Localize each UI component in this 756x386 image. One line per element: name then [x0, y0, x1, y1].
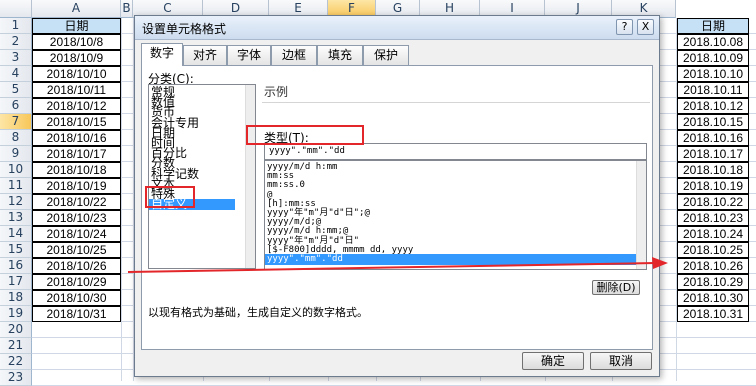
dialog-titlebar: 设置单元格格式 ? X [135, 16, 659, 40]
cell-k[interactable]: 2018.10.24 [677, 226, 749, 242]
tab-fill[interactable]: 填充 [317, 45, 363, 65]
cell-a[interactable]: 2018/10/23 [32, 210, 121, 226]
cancel-button[interactable]: 取消 [590, 352, 652, 370]
cell-a-header[interactable]: 日期 [32, 18, 121, 34]
tab-alignment[interactable]: 对齐 [183, 45, 227, 65]
row-header-10[interactable]: 10 [0, 162, 32, 178]
row-header-9[interactable]: 9 [0, 146, 32, 162]
row-header-15[interactable]: 15 [0, 242, 32, 258]
row-header-17[interactable]: 17 [0, 274, 32, 290]
format-list[interactable]: yyyy/m/d h:mm mm:ss mm:ss.0 @ [h]:mm:ss yyyy"… [264, 160, 647, 270]
cell-k-header[interactable]: 日期 [677, 18, 749, 34]
tab-border[interactable]: 边框 [271, 45, 317, 65]
row-header-13[interactable]: 13 [0, 210, 32, 226]
cell-k[interactable]: 2018.10.31 [677, 306, 749, 322]
cell-a[interactable]: 2018/10/24 [32, 226, 121, 242]
format-item[interactable]: yyyy"."mm"."dd [265, 254, 636, 265]
cell-a[interactable]: 2018/10/12 [32, 98, 121, 114]
cell-k[interactable]: 2018.10.15 [677, 114, 749, 130]
cell-a[interactable]: 2018/10/22 [32, 194, 121, 210]
row-header-7[interactable]: 7 [0, 114, 32, 130]
grid-line [121, 18, 122, 381]
cell-a[interactable]: 2018/10/9 [32, 50, 121, 66]
cell-k[interactable]: 2018.10.30 [677, 290, 749, 306]
select-all-corner[interactable] [0, 0, 32, 18]
column-header-a[interactable]: A [32, 0, 121, 18]
row-header-3[interactable]: 3 [0, 50, 32, 66]
cell-a[interactable]: 2018/10/11 [32, 82, 121, 98]
help-button[interactable]: ? [616, 19, 633, 35]
row-header-22[interactable]: 22 [0, 354, 32, 370]
close-button[interactable]: X [637, 19, 654, 35]
row-header-6[interactable]: 6 [0, 98, 32, 114]
format-description: 以现有格式为基础，生成自定义的数字格式。 [148, 306, 368, 319]
tab-number[interactable]: 数字 [141, 43, 183, 66]
row-header-2[interactable]: 2 [0, 34, 32, 50]
cell-k[interactable]: 2018.10.22 [677, 194, 749, 210]
cell-k[interactable]: 2018.10.23 [677, 210, 749, 226]
format-scrollbar[interactable] [636, 161, 646, 269]
cell-a[interactable]: 2018/10/16 [32, 130, 121, 146]
row-header-11[interactable]: 11 [0, 178, 32, 194]
cell-a[interactable]: 2018/10/31 [32, 306, 121, 322]
cell-a[interactable]: 2018/10/8 [32, 34, 121, 50]
cell-k[interactable]: 2018.10.12 [677, 98, 749, 114]
format-cells-dialog: 设置单元格格式 ? X 数字 对齐 字体 边框 填充 保护 分类(C): 常规数… [134, 15, 660, 377]
column-header-b[interactable]: B [121, 0, 133, 18]
type-input-value: yyyy"."mm"."dd [269, 146, 345, 156]
cell-k[interactable]: 2018.10.10 [677, 66, 749, 82]
cell-k[interactable]: 2018.10.18 [677, 162, 749, 178]
cell-a[interactable]: 2018/10/25 [32, 242, 121, 258]
cell-a[interactable]: 2018/10/30 [32, 290, 121, 306]
format-item[interactable]: mm:ss.0 [267, 180, 305, 191]
row-header-20[interactable]: 20 [0, 322, 32, 338]
cell-k[interactable]: 2018.10.29 [677, 274, 749, 290]
cell-k[interactable]: 2018.10.09 [677, 50, 749, 66]
row-header-5[interactable]: 5 [0, 82, 32, 98]
row-header-8[interactable]: 8 [0, 130, 32, 146]
row-header-23[interactable]: 23 [0, 370, 32, 386]
sample-box [262, 102, 650, 124]
type-input[interactable]: yyyy"."mm"."dd [264, 143, 647, 160]
sample-label: 示例 [264, 85, 289, 99]
cell-a[interactable]: 2018/10/17 [32, 146, 121, 162]
ok-button[interactable]: 确定 [522, 352, 584, 370]
cell-k[interactable]: 2018.10.25 [677, 242, 749, 258]
row-header-18[interactable]: 18 [0, 290, 32, 306]
cell-a[interactable]: 2018/10/29 [32, 274, 121, 290]
cell-k[interactable]: 2018.10.16 [677, 130, 749, 146]
row-header-21[interactable]: 21 [0, 338, 32, 354]
row-header-14[interactable]: 14 [0, 226, 32, 242]
cell-k[interactable]: 2018.10.26 [677, 258, 749, 274]
tab-protection[interactable]: 保护 [363, 45, 409, 65]
cell-a[interactable]: 2018/10/19 [32, 178, 121, 194]
category-highlight-box [145, 186, 195, 208]
type-highlight-box [246, 125, 364, 145]
cell-a[interactable]: 2018/10/15 [32, 114, 121, 130]
cell-a[interactable]: 2018/10/10 [32, 66, 121, 82]
cell-k[interactable]: 2018.10.19 [677, 178, 749, 194]
cell-a[interactable]: 2018/10/26 [32, 258, 121, 274]
delete-button[interactable]: 删除(D) [592, 280, 640, 295]
cell-a[interactable]: 2018/10/18 [32, 162, 121, 178]
tab-font[interactable]: 字体 [227, 45, 271, 65]
cell-k[interactable]: 2018.10.11 [677, 82, 749, 98]
dialog-title: 设置单元格格式 [142, 22, 227, 36]
row-header-16[interactable]: 16 [0, 258, 32, 274]
number-panel: 分类(C): 常规 数值 货币 会计专用 日期 时间 百分比 分数 科学记数 文本 特殊 自定义 示例… [141, 65, 653, 350]
category-scrollbar[interactable] [245, 85, 255, 268]
row-header-12[interactable]: 12 [0, 194, 32, 210]
row-header-1[interactable]: 1 [0, 18, 32, 34]
cell-k[interactable]: 2018.10.08 [677, 34, 749, 50]
cell-k[interactable]: 2018.10.17 [677, 146, 749, 162]
row-header-4[interactable]: 4 [0, 66, 32, 82]
category-list[interactable]: 常规 数值 货币 会计专用 日期 时间 百分比 分数 科学记数 文本 特殊 自定义 [148, 84, 256, 269]
row-header-19[interactable]: 19 [0, 306, 32, 322]
